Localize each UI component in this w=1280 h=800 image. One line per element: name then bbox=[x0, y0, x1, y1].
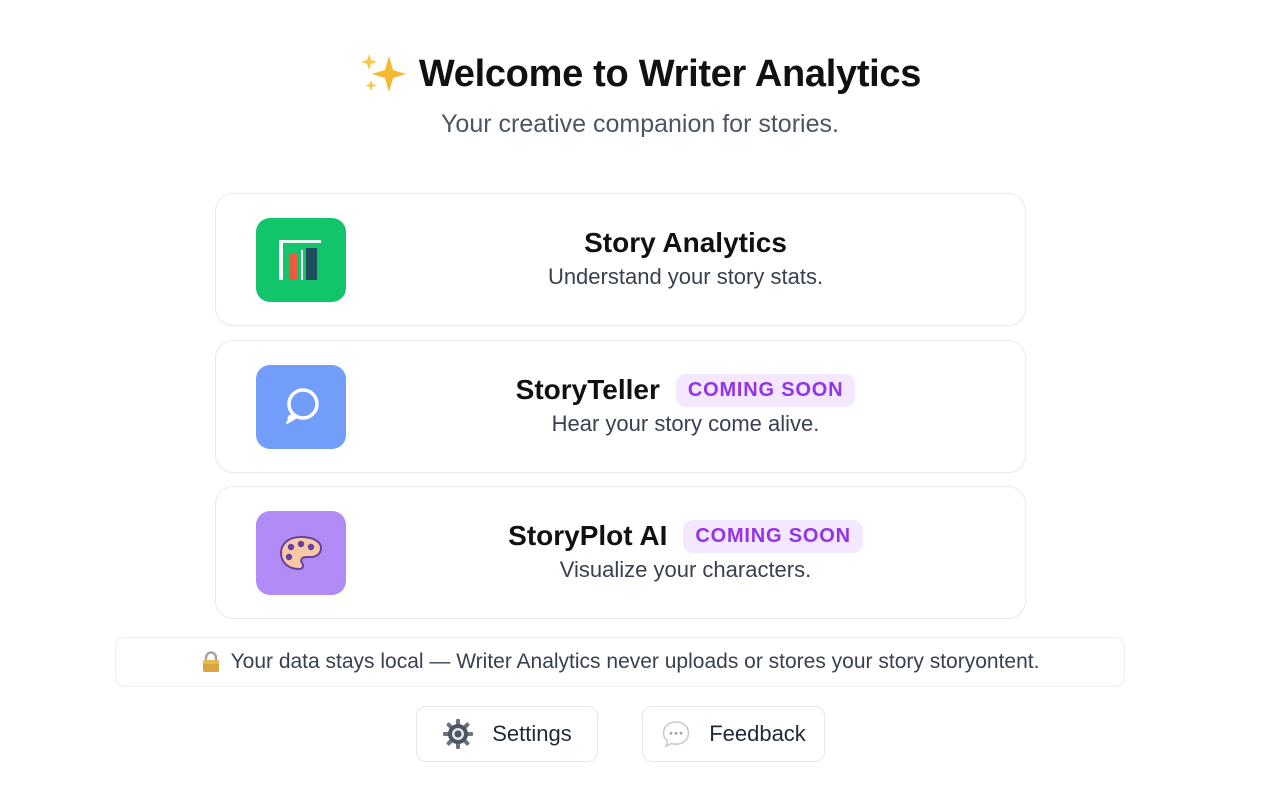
settings-button[interactable]: Settings bbox=[416, 706, 598, 762]
story-analytics-app-icon bbox=[256, 218, 346, 302]
card-title-row: StoryPlot AI COMING SOON bbox=[366, 517, 1005, 555]
gear-icon bbox=[443, 719, 474, 749]
feedback-button[interactable]: Feedback bbox=[642, 706, 825, 762]
card-text: Story Analytics Understand your story st… bbox=[366, 224, 1005, 290]
bar-chart-icon bbox=[279, 240, 321, 280]
storyplot-app-icon bbox=[256, 511, 346, 595]
header: Welcome to Writer Analytics Your creativ… bbox=[0, 52, 1280, 139]
feedback-label: Feedback bbox=[709, 721, 806, 746]
card-description: Visualize your characters. bbox=[559, 557, 812, 582]
coming-soon-badge: COMING SOON bbox=[675, 373, 856, 407]
card-title-row: Story Analytics bbox=[366, 224, 1005, 262]
card-title: StoryTeller bbox=[515, 374, 660, 405]
coming-soon-badge: COMING SOON bbox=[683, 519, 863, 553]
speech-bubble-icon bbox=[286, 388, 319, 424]
card-storyplot-ai[interactable]: StoryPlot AI COMING SOON Visualize your … bbox=[215, 486, 1026, 619]
card-description: Understand your story stats. bbox=[547, 264, 824, 289]
lock-icon bbox=[202, 651, 219, 672]
card-text: StoryPlot AI COMING SOON Visualize your … bbox=[366, 517, 1005, 583]
sparkles-icon bbox=[360, 54, 406, 92]
privacy-notice: Your data stays local — Writer Analytics… bbox=[115, 637, 1125, 687]
storyteller-app-icon bbox=[256, 365, 346, 449]
title-row: Welcome to Writer Analytics bbox=[0, 52, 1280, 96]
card-text: StoryTeller COMING SOON Hear your story … bbox=[366, 371, 1005, 437]
settings-label: Settings bbox=[492, 721, 572, 746]
privacy-text: Your data stays local — Writer Analytics… bbox=[230, 650, 1040, 673]
card-storyteller[interactable]: StoryTeller COMING SOON Hear your story … bbox=[215, 340, 1026, 473]
chat-icon bbox=[662, 721, 690, 748]
page-title: Welcome to Writer Analytics bbox=[418, 52, 922, 95]
card-title: StoryPlot AI bbox=[508, 520, 668, 551]
card-title-row: StoryTeller COMING SOON bbox=[366, 371, 1005, 409]
card-description: Hear your story come alive. bbox=[551, 411, 820, 436]
card-story-analytics[interactable]: Story Analytics Understand your story st… bbox=[215, 193, 1026, 326]
palette-icon bbox=[279, 535, 323, 571]
card-title: Story Analytics bbox=[584, 227, 787, 258]
welcome-page: Welcome to Writer Analytics Your creativ… bbox=[0, 0, 1280, 800]
page-subtitle: Your creative companion for stories. bbox=[441, 110, 839, 138]
